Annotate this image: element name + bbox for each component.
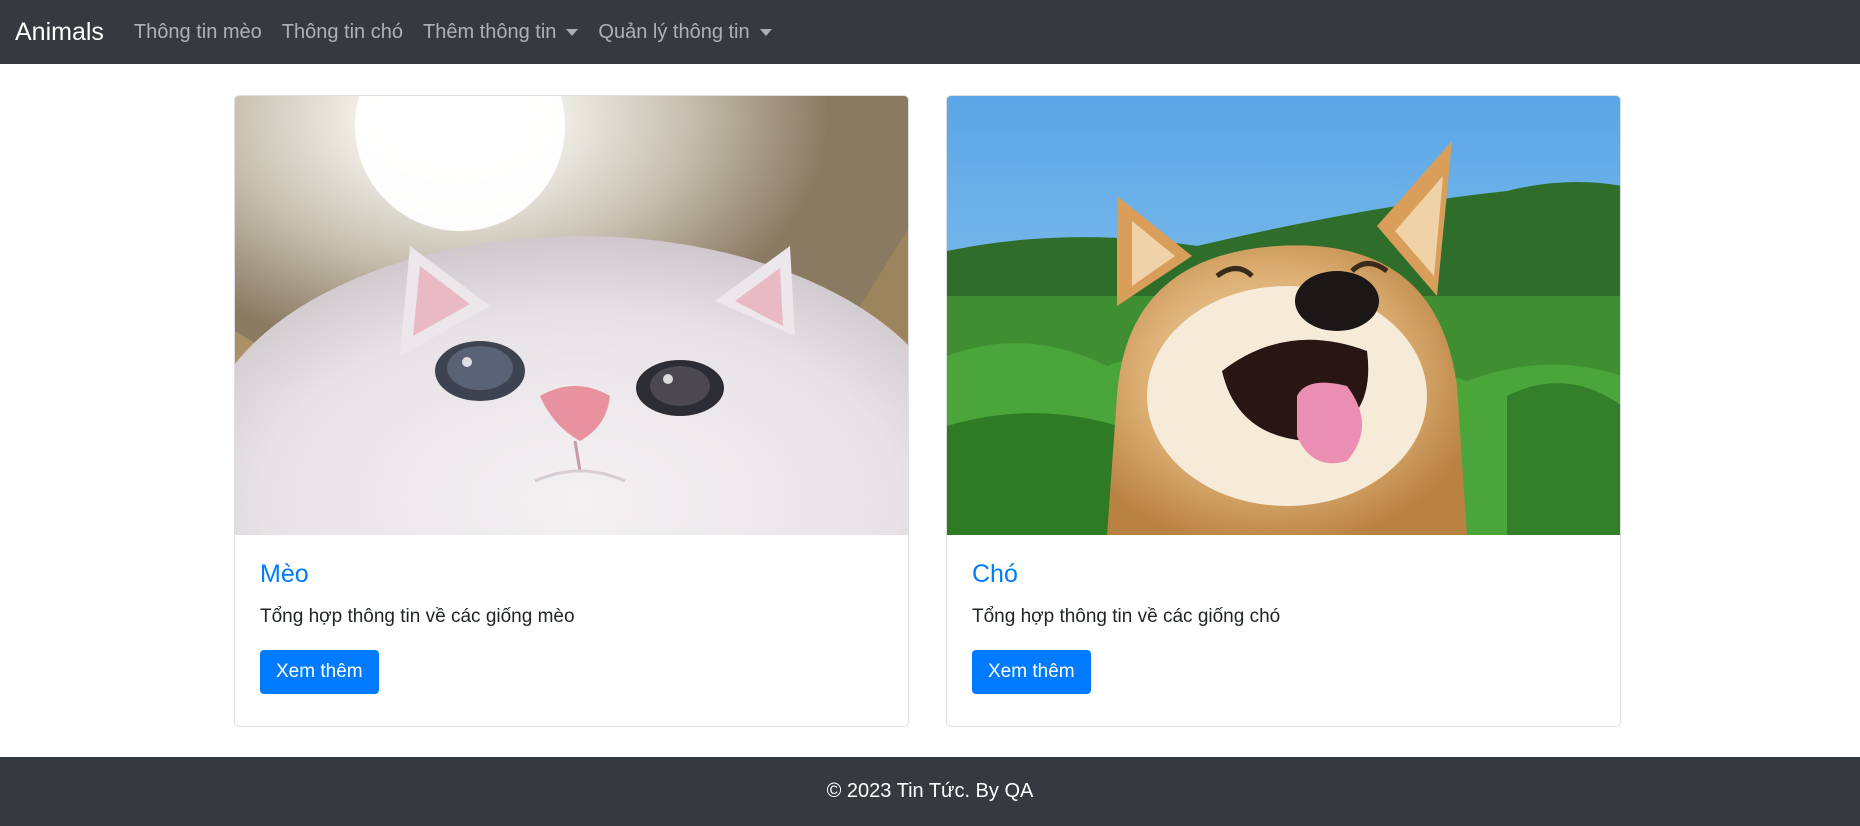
navbar-brand[interactable]: Animals xyxy=(15,18,104,47)
card-body: Mèo Tổng hợp thông tin về các giống mèo … xyxy=(235,535,908,716)
nav-dropdown-manage-info[interactable]: Quản lý thông tin xyxy=(598,20,772,44)
cat-photo xyxy=(235,96,908,535)
card-title[interactable]: Chó xyxy=(972,560,1595,589)
nav-link-label: Quản lý thông tin xyxy=(598,20,750,43)
card-title[interactable]: Mèo xyxy=(260,560,883,589)
nav-link-cat-info[interactable]: Thông tin mèo xyxy=(134,21,262,44)
caret-down-icon xyxy=(566,28,579,36)
footer-text: © 2023 Tin Tức. By QA xyxy=(826,780,1034,802)
top-navbar: Animals Thông tin mèo Thông tin chó Thêm… xyxy=(0,0,1860,64)
card-text: Tổng hợp thông tin về các giống chó xyxy=(972,606,1281,627)
caret-down-icon xyxy=(759,28,772,36)
view-more-button[interactable]: Xem thêm xyxy=(260,650,379,694)
page-footer: © 2023 Tin Tức. By QA xyxy=(0,757,1860,826)
cat-card: Mèo Tổng hợp thông tin về các giống mèo … xyxy=(234,95,909,727)
card-text: Tổng hợp thông tin về các giống mèo xyxy=(260,606,575,627)
nav-link-label: Thông tin chó xyxy=(281,20,403,43)
dog-card: Chó Tổng hợp thông tin về các giống chó … xyxy=(946,95,1621,727)
card-body: Chó Tổng hợp thông tin về các giống chó … xyxy=(947,535,1620,716)
view-more-button[interactable]: Xem thêm xyxy=(972,650,1091,694)
nav-link-dog-info[interactable]: Thông tin chó xyxy=(282,21,403,44)
nav-link-label: Thông tin mèo xyxy=(133,20,262,43)
nav-link-label: Thêm thông tin xyxy=(422,20,557,43)
nav-dropdown-add-info[interactable]: Thêm thông tin xyxy=(422,20,579,44)
dog-photo xyxy=(947,96,1620,535)
